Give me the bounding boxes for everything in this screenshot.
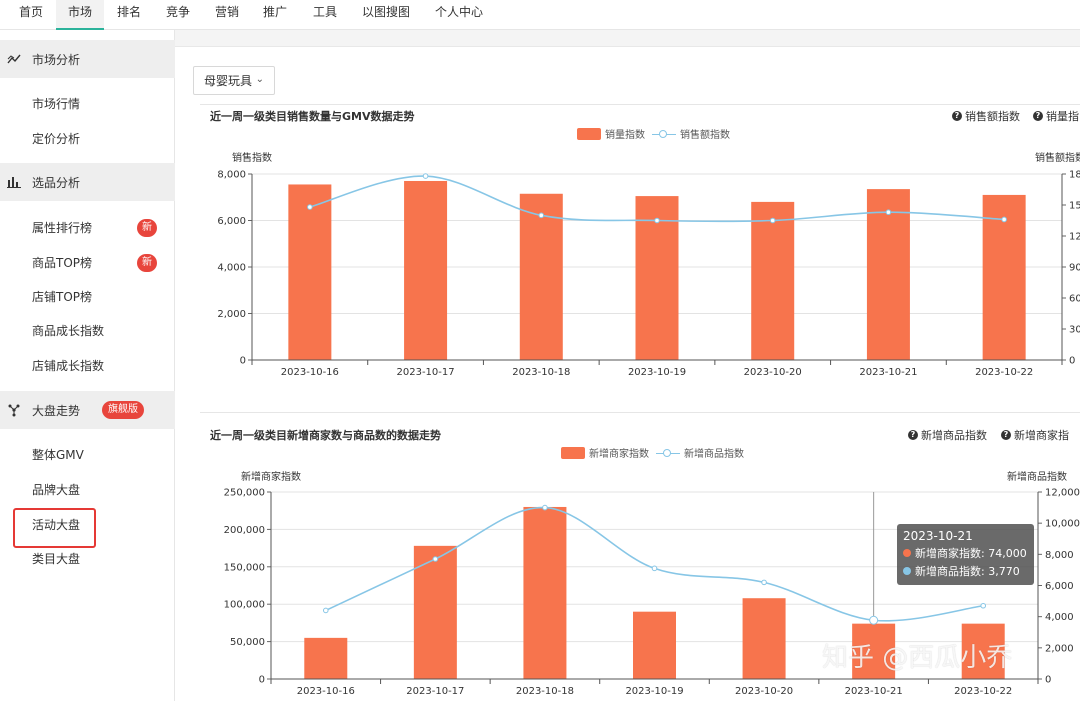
tooltip-row-label: 新增商家指数: 74,000 <box>915 547 1027 560</box>
y-tick-label-right: 2,000 <box>1045 643 1074 654</box>
y-tick-label-left: 100,000 <box>224 600 265 611</box>
y-tick-label-left: 200,000 <box>224 525 265 536</box>
line-point <box>980 602 987 609</box>
line-point <box>869 615 879 625</box>
line-point <box>432 556 439 562</box>
x-tick-label: 2023-10-19 <box>625 686 683 697</box>
y-tick-label-right: 12,000 <box>1045 488 1080 499</box>
bar <box>633 611 676 679</box>
chart2-svg: 0 50,000 100,000 150,000 200,000 250,000 0 2,00… <box>224 488 1080 698</box>
line-point <box>761 579 767 586</box>
x-tick-label: 2023-10-16 <box>297 686 355 697</box>
tooltip-row: 新增商品指数: 3,770 <box>903 563 1028 579</box>
tooltip-dot <box>903 549 911 557</box>
y-tick-label-left: 250,000 <box>224 488 265 499</box>
watermark: 知乎 @西瓜小乔 <box>822 643 1013 673</box>
tooltip-row-label: 新增商品指数: 3,770 <box>915 565 1020 578</box>
x-tick-label: 2023-10-22 <box>954 686 1012 697</box>
bar <box>742 598 786 679</box>
y-tick-label-left: 50,000 <box>230 637 265 648</box>
x-tick-label: 2023-10-17 <box>406 686 464 697</box>
tooltip-dot <box>903 567 911 575</box>
line-point <box>322 607 329 614</box>
y-tick-label-right: 10,000 <box>1045 519 1080 530</box>
x-tick-label: 2023-10-18 <box>516 686 574 697</box>
y-tick-label-right: 8,000 <box>1045 550 1074 561</box>
tooltip-date: 2023-10-21 <box>903 529 973 543</box>
line-point <box>651 565 658 572</box>
tooltip-row: 新增商家指数: 74,000 <box>903 545 1028 561</box>
y-tick-label-right: 0 <box>1045 675 1051 686</box>
y-tick-label-left: 0 <box>259 675 265 686</box>
y-tick-label-right: 4,000 <box>1045 612 1074 623</box>
y-tick-label-left: 150,000 <box>224 562 265 573</box>
x-tick-label: 2023-10-20 <box>735 686 793 697</box>
chart2-tooltip: 2023-10-21 新增商家指数: 74,000 新增商品指数: 3,770 <box>897 524 1034 585</box>
y-tick-label-right: 6,000 <box>1045 581 1074 592</box>
bar <box>523 506 567 679</box>
bar <box>304 637 348 679</box>
x-tick-label: 2023-10-21 <box>845 686 903 697</box>
line-point <box>542 504 548 511</box>
